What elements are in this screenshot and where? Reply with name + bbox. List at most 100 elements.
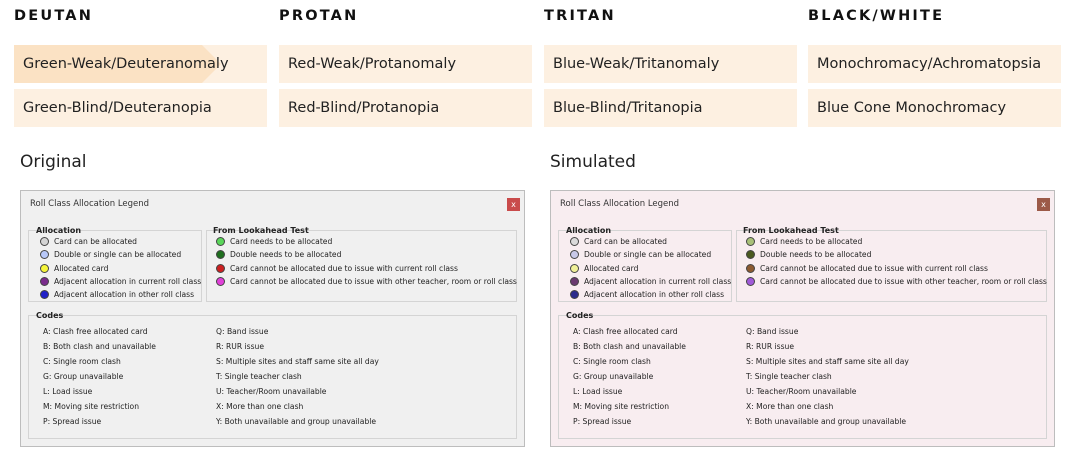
code-item: B: Both clash and unavailable bbox=[573, 342, 686, 351]
code-item: A: Clash free allocated card bbox=[573, 327, 678, 336]
option-blue-cone[interactable]: Blue Cone Monochromacy bbox=[808, 89, 1061, 127]
allocation-legend-item: Adjacent allocation in other roll class bbox=[570, 290, 725, 300]
category-title: PROTAN bbox=[279, 8, 359, 24]
allocation-legend-item: Double or single can be allocated bbox=[570, 250, 711, 260]
code-item: Q: Band issue bbox=[216, 327, 269, 336]
codes-title: Codes bbox=[566, 311, 594, 320]
option-label: Red-Blind/Protanopia bbox=[288, 100, 440, 116]
lookahead-legend-item: Double needs to be allocated bbox=[216, 250, 342, 260]
lookahead-title: From Lookahead Test bbox=[213, 226, 309, 235]
color-swatch-icon bbox=[570, 263, 579, 273]
code-item: Q: Band issue bbox=[746, 327, 799, 336]
allocation-legend-item: Adjacent allocation in other roll class bbox=[40, 290, 195, 300]
code-item: L: Load issue bbox=[43, 387, 93, 396]
code-item: U: Teacher/Room unavailable bbox=[216, 387, 327, 396]
code-item: X: More than one clash bbox=[746, 402, 834, 411]
color-swatch-icon bbox=[216, 276, 225, 286]
codes-title: Codes bbox=[36, 311, 64, 320]
lookahead-legend-item: Card cannot be allocated due to issue wi… bbox=[216, 276, 517, 286]
code-item: U: Teacher/Room unavailable bbox=[746, 387, 857, 396]
category-title: TRITAN bbox=[544, 8, 616, 24]
option-label: Green-Blind/Deuteranopia bbox=[23, 100, 212, 116]
legend-label: Double needs to be allocated bbox=[230, 250, 342, 260]
legend-label: Double needs to be allocated bbox=[760, 250, 872, 260]
category-title: DEUTAN bbox=[14, 8, 94, 24]
lookahead-legend-item: Card cannot be allocated due to issue wi… bbox=[746, 276, 1047, 286]
code-item: C: Single room clash bbox=[573, 357, 651, 366]
color-swatch-icon bbox=[40, 263, 49, 273]
lookahead-legend-item: Card cannot be allocated due to issue wi… bbox=[746, 263, 988, 273]
code-item: G: Group unavailable bbox=[43, 372, 124, 381]
option-blue-blind[interactable]: Blue-Blind/Tritanopia bbox=[544, 89, 797, 127]
code-item: X: More than one clash bbox=[216, 402, 304, 411]
option-red-blind[interactable]: Red-Blind/Protanopia bbox=[279, 89, 532, 127]
color-swatch-icon bbox=[40, 276, 49, 286]
legend-label: Card cannot be allocated due to issue wi… bbox=[760, 276, 1047, 286]
option-monochromacy[interactable]: Monochromacy/Achromatopsia bbox=[808, 45, 1061, 83]
legend-label: Double or single can be allocated bbox=[54, 250, 182, 260]
code-item: T: Single teacher clash bbox=[216, 372, 302, 381]
option-label: Blue Cone Monochromacy bbox=[817, 100, 1007, 116]
color-swatch-icon bbox=[570, 290, 579, 300]
code-item: S: Multiple sites and staff same site al… bbox=[746, 357, 909, 366]
category-title: BLACK/WHITE bbox=[808, 8, 945, 24]
code-item: G: Group unavailable bbox=[573, 372, 654, 381]
legend-label: Card can be allocated bbox=[584, 237, 667, 246]
legend-label: Allocated card bbox=[54, 263, 109, 273]
allocation-legend-item: Allocated card bbox=[570, 263, 638, 273]
allocation-legend-item: Adjacent allocation in current roll clas… bbox=[40, 276, 202, 286]
simulated-heading: Simulated bbox=[550, 152, 636, 172]
code-item: L: Load issue bbox=[573, 387, 623, 396]
option-label: Green-Weak/Deuteranomaly bbox=[23, 56, 229, 72]
close-icon[interactable]: x bbox=[507, 198, 520, 211]
code-item: S: Multiple sites and staff same site al… bbox=[216, 357, 379, 366]
option-blue-weak[interactable]: Blue-Weak/Tritanomaly bbox=[544, 45, 797, 83]
original-heading: Original bbox=[20, 152, 87, 172]
simulated-legend-window: Roll Class Allocation Legend x Allocation C… bbox=[550, 190, 1055, 447]
color-swatch-icon bbox=[216, 263, 225, 273]
allocation-legend-item: Double or single can be allocated bbox=[40, 250, 182, 260]
allocation-legend-item: Card can be allocated bbox=[570, 237, 667, 246]
code-item: T: Single teacher clash bbox=[746, 372, 832, 381]
code-item: Y: Both unavailable and group unavailabl… bbox=[216, 417, 377, 426]
color-swatch-icon bbox=[216, 237, 225, 246]
option-label: Blue-Weak/Tritanomaly bbox=[553, 56, 720, 72]
option-green-blind[interactable]: Green-Blind/Deuteranopia bbox=[14, 89, 267, 127]
window-title: Roll Class Allocation Legend bbox=[30, 199, 150, 209]
legend-label: Adjacent allocation in current roll clas… bbox=[584, 276, 732, 286]
legend-label: Adjacent allocation in other roll class bbox=[54, 290, 195, 300]
close-icon[interactable]: x bbox=[1037, 198, 1050, 211]
color-swatch-icon bbox=[746, 263, 755, 273]
code-item: B: Both clash and unavailable bbox=[43, 342, 156, 351]
option-label: Blue-Blind/Tritanopia bbox=[553, 100, 703, 116]
color-swatch-icon bbox=[570, 237, 579, 246]
option-label: Red-Weak/Protanomaly bbox=[288, 56, 457, 72]
code-item: R: RUR issue bbox=[746, 342, 795, 351]
legend-label: Card needs to be allocated bbox=[230, 237, 333, 246]
legend-label: Adjacent allocation in other roll class bbox=[584, 290, 725, 300]
color-swatch-icon bbox=[40, 250, 49, 260]
legend-label: Card needs to be allocated bbox=[760, 237, 863, 246]
code-item: M: Moving site restriction bbox=[573, 402, 670, 411]
allocation-legend-item: Card can be allocated bbox=[40, 237, 137, 246]
allocation-title: Allocation bbox=[36, 226, 82, 235]
color-swatch-icon bbox=[570, 276, 579, 286]
option-red-weak[interactable]: Red-Weak/Protanomaly bbox=[279, 45, 532, 83]
original-legend-window: Roll Class Allocation Legend x Allocation C… bbox=[20, 190, 525, 447]
allocation-title: Allocation bbox=[566, 226, 612, 235]
legend-label: Card cannot be allocated due to issue wi… bbox=[230, 263, 458, 273]
option-green-weak[interactable]: Green-Weak/Deuteranomaly bbox=[14, 45, 267, 83]
color-swatch-icon bbox=[746, 237, 755, 246]
code-item: M: Moving site restriction bbox=[43, 402, 140, 411]
legend-label: Card cannot be allocated due to issue wi… bbox=[230, 276, 517, 286]
color-swatch-icon bbox=[570, 250, 579, 260]
code-item: A: Clash free allocated card bbox=[43, 327, 148, 336]
color-swatch-icon bbox=[746, 276, 755, 286]
lookahead-legend-item: Card needs to be allocated bbox=[216, 237, 332, 246]
allocation-legend-item: Allocated card bbox=[40, 263, 109, 273]
color-swatch-icon bbox=[746, 250, 755, 260]
legend-label: Adjacent allocation in current roll clas… bbox=[54, 276, 202, 286]
code-item: Y: Both unavailable and group unavailabl… bbox=[746, 417, 907, 426]
code-item: P: Spread issue bbox=[573, 417, 632, 426]
option-label: Monochromacy/Achromatopsia bbox=[817, 56, 1042, 72]
